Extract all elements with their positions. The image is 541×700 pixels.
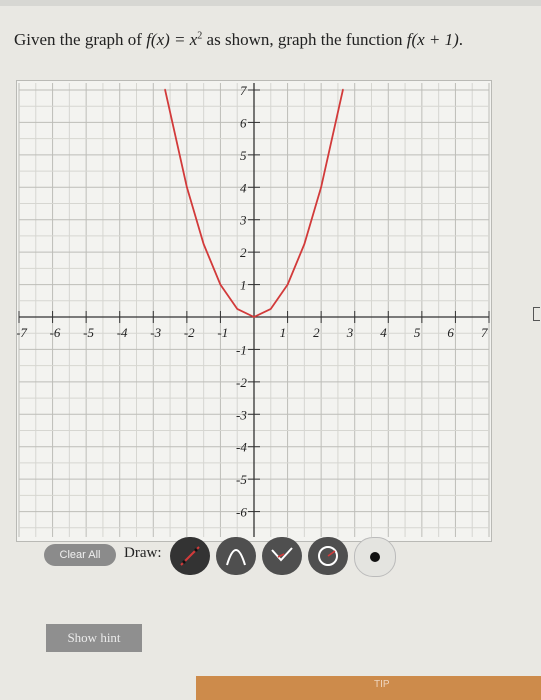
y-tick-label: 6 [240, 115, 247, 130]
footer-label: TIP [374, 679, 390, 690]
curve-point [186, 186, 188, 188]
footer-bar: TIP [196, 676, 541, 700]
x-tick-label: 3 [346, 325, 354, 340]
graph-svg[interactable]: -7-6-5-4-3-2-11234567-7-6-5-4-3-2-112345… [17, 81, 491, 541]
curve-point [342, 88, 344, 90]
edge-bracket [533, 307, 540, 321]
y-tick-label: 1 [240, 278, 247, 293]
y-tick-label: -4 [236, 440, 247, 455]
circle-tool-icon [318, 546, 338, 566]
curve-point [236, 308, 238, 310]
target-function: f(x + 1) [406, 30, 459, 49]
curve-point [303, 243, 305, 245]
circle-tool-button[interactable] [308, 537, 348, 575]
point-tool-button[interactable] [354, 537, 396, 577]
x-tick-label: 7 [481, 325, 488, 340]
x-tick-label: -1 [217, 325, 228, 340]
y-tick-label: 3 [239, 213, 247, 228]
x-tick-label: -6 [50, 325, 61, 340]
x-tick-label: 4 [380, 325, 387, 340]
y-tick-label: -6 [236, 505, 247, 520]
question-middle: as shown, graph the function [202, 30, 407, 49]
draw-toolbar: Clear All Draw: [44, 537, 524, 577]
x-tick-label: 2 [313, 325, 320, 340]
y-tick-label: -5 [236, 472, 247, 487]
parabola-down-tool-button[interactable] [262, 537, 302, 575]
curve-point [320, 186, 322, 188]
line-tool-button[interactable] [170, 537, 210, 575]
curve-point [203, 243, 205, 245]
y-tick-label: -3 [236, 407, 247, 422]
y-tick-label: 5 [240, 148, 247, 163]
curve-point [253, 316, 255, 318]
x-tick-label: -2 [184, 325, 195, 340]
y-tick-label: 4 [240, 180, 247, 195]
parabola-up-icon [226, 549, 246, 566]
y-tick-label: 7 [240, 83, 247, 98]
x-tick-label: 5 [414, 325, 421, 340]
top-divider [0, 0, 541, 6]
x-tick-label: 1 [280, 325, 287, 340]
show-hint-button[interactable]: Show hint [46, 624, 142, 652]
given-function: f(x) = x [146, 30, 198, 49]
curve-point [286, 283, 289, 286]
point-tool-icon [370, 552, 380, 562]
y-tick-label: -1 [236, 342, 247, 357]
clear-all-button[interactable]: Clear All [44, 544, 116, 566]
x-tick-label: -3 [150, 325, 161, 340]
y-tick-label: -2 [236, 375, 247, 390]
parabola-down-icon [271, 547, 293, 562]
x-tick-label: 6 [447, 325, 454, 340]
parabola-up-tool-button[interactable] [216, 537, 256, 575]
question-prefix: Given the graph of [14, 30, 147, 49]
x-tick-label: -7 [17, 325, 27, 340]
x-tick-label: -4 [117, 325, 128, 340]
curve-point [219, 283, 222, 286]
question-text: Given the graph of f(x) = x2 as shown, g… [14, 30, 534, 50]
line-tool-icon [180, 546, 200, 566]
curve-point [164, 88, 166, 90]
y-tick-label: 2 [240, 245, 247, 260]
x-tick-label: -5 [83, 325, 94, 340]
draw-label: Draw: [124, 545, 162, 561]
curve-point [270, 308, 272, 310]
question-suffix: . [458, 30, 464, 49]
graph-canvas[interactable]: -7-6-5-4-3-2-11234567-7-6-5-4-3-2-112345… [16, 80, 492, 542]
